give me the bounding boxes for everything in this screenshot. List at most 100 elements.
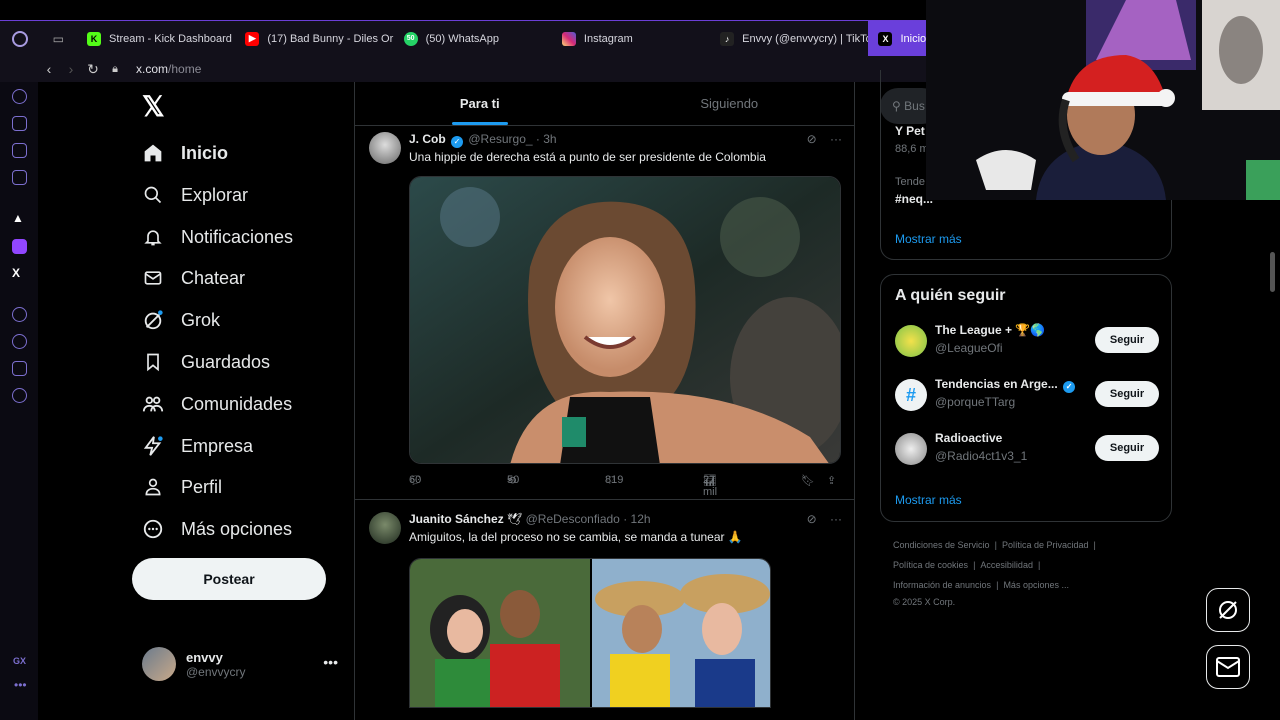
sidebar-more-icon[interactable]: ••• bbox=[14, 678, 27, 692]
footer-link[interactable]: Política de Privacidad bbox=[1002, 540, 1089, 550]
grok-icon bbox=[142, 309, 164, 331]
kick-favicon-icon: K bbox=[87, 31, 102, 46]
nav-item-chatear[interactable]: Chatear bbox=[142, 263, 245, 293]
post-button[interactable]: Postear bbox=[132, 558, 326, 600]
page-scrollbar[interactable] bbox=[1270, 252, 1275, 292]
history-icon[interactable] bbox=[12, 334, 27, 349]
tweet-image[interactable] bbox=[409, 558, 771, 708]
tab-para-ti[interactable]: Para ti bbox=[355, 82, 605, 125]
bell-icon bbox=[142, 226, 164, 248]
tweet[interactable]: J. Cob ✓ @Resurgo_ · 3h ⊘ ··· Una hippie… bbox=[355, 126, 854, 500]
nav-item-comunidades[interactable]: Comunidades bbox=[142, 389, 292, 419]
suggestion-name[interactable]: Radioactive bbox=[935, 431, 1002, 445]
tweet-author-handle[interactable]: @ReDesconfiado bbox=[526, 512, 620, 526]
browser-tab-x[interactable]: X Inicio bbox=[868, 20, 926, 57]
browser-tab-instagram[interactable]: Instagram bbox=[552, 21, 710, 57]
tweet-author-handle[interactable]: @Resurgo_ bbox=[468, 132, 532, 146]
suggestion-name-wrap[interactable]: Tendencias en Arge... ✓ bbox=[935, 377, 1077, 393]
avatar[interactable] bbox=[895, 433, 927, 465]
home-icon bbox=[142, 142, 164, 164]
tab-label: Envvy (@envvycry) | TikTo bbox=[742, 32, 869, 45]
bookmark-icon bbox=[142, 351, 164, 373]
suggestion-name[interactable]: The League + 🏆🌎 bbox=[935, 323, 1045, 337]
browser-tab-whatsapp[interactable]: 50 (50) WhatsApp bbox=[394, 21, 552, 57]
tweet-timestamp[interactable]: · 3h bbox=[536, 132, 557, 146]
tweet[interactable]: Juanito Sánchez 🕊︎ @ReDesconfiado · 12h … bbox=[355, 506, 854, 720]
reload-icon[interactable]: ↻ bbox=[82, 61, 104, 78]
footer-link[interactable]: Información de anuncios bbox=[893, 580, 991, 590]
footer-link[interactable]: Más opciones ... bbox=[1003, 580, 1069, 590]
browser-tab-bar: ▭ K Stream - Kick Dashboard ▶ (17) Bad Bun… bbox=[0, 20, 926, 57]
x-sidebar-icon[interactable]: X bbox=[12, 266, 27, 281]
grok-fab-button[interactable] bbox=[1206, 588, 1250, 632]
verified-badge-icon: ✓ bbox=[1063, 381, 1076, 393]
footer-links: Condiciones de Servicio | Política de Pr… bbox=[893, 540, 1096, 550]
show-more-link[interactable]: Mostrar más bbox=[895, 232, 962, 246]
nav-item-empresa[interactable]: Empresa bbox=[142, 431, 253, 461]
opera-logo-icon[interactable] bbox=[0, 21, 40, 57]
follow-button[interactable]: Seguir bbox=[1095, 435, 1159, 461]
trend-name[interactable]: Y Pet bbox=[895, 124, 925, 138]
grok-icon[interactable]: ⊘ bbox=[807, 512, 817, 526]
tweet-avatar[interactable] bbox=[369, 132, 401, 164]
forward-icon[interactable]: › bbox=[60, 61, 82, 77]
bookmark-icon[interactable]: 🔖︎ bbox=[801, 474, 815, 487]
follow-suggestion[interactable]: Radioactive @Radio4ct1v3_1 Seguir bbox=[895, 429, 1159, 469]
tab-siguiendo[interactable]: Siguiendo bbox=[605, 82, 855, 125]
share-icon[interactable]: ⇪ bbox=[827, 474, 836, 487]
shop-icon[interactable] bbox=[12, 116, 27, 131]
tweet-author-name[interactable]: Juanito Sánchez bbox=[409, 512, 504, 526]
footer-separator: | bbox=[1037, 560, 1041, 570]
account-switcher[interactable]: envvy @envvycry ••• bbox=[142, 644, 338, 684]
url-field[interactable]: x.com/home bbox=[136, 62, 201, 76]
nav-item-perfil[interactable]: Perfil bbox=[142, 472, 222, 502]
messages-fab-button[interactable] bbox=[1206, 645, 1250, 689]
x-logo-icon[interactable]: 𝕏 bbox=[142, 90, 165, 123]
footer-links: Información de anuncios | Más opciones .… bbox=[893, 580, 1069, 590]
player-icon[interactable] bbox=[12, 307, 27, 322]
browser-tab-youtube[interactable]: ▶ (17) Bad Bunny - Diles Or bbox=[235, 21, 393, 57]
nav-item-explorar[interactable]: Explorar bbox=[142, 180, 248, 210]
show-more-link[interactable]: Mostrar más bbox=[895, 493, 962, 507]
mail-icon bbox=[142, 267, 164, 289]
footer-link[interactable]: Política de cookies bbox=[893, 560, 968, 570]
back-icon[interactable]: ‹ bbox=[38, 61, 60, 77]
grok-icon[interactable]: ⊘ bbox=[807, 132, 817, 146]
browser-tab-kick[interactable]: K Stream - Kick Dashboard bbox=[77, 21, 235, 57]
twitch-icon[interactable] bbox=[12, 239, 27, 254]
nav-item-mas-opciones[interactable]: Más opciones bbox=[142, 514, 292, 544]
follow-button[interactable]: Seguir bbox=[1095, 327, 1159, 353]
nav-item-inicio[interactable]: Inicio bbox=[142, 138, 228, 168]
follow-suggestion[interactable]: The League + 🏆🌎 @LeagueOfi Seguir bbox=[895, 321, 1159, 361]
follow-button[interactable]: Seguir bbox=[1095, 381, 1159, 407]
nav-item-grok[interactable]: Grok bbox=[142, 305, 220, 335]
more-dots-icon[interactable]: ··· bbox=[830, 512, 842, 526]
extensions-icon[interactable] bbox=[12, 361, 27, 376]
footer-link[interactable]: Condiciones de Servicio bbox=[893, 540, 990, 550]
footer-link[interactable]: Accesibilidad bbox=[980, 560, 1033, 570]
nav-label: Guardados bbox=[181, 351, 271, 372]
nav-item-guardados[interactable]: Guardados bbox=[142, 347, 270, 377]
browser-tab-tiktok[interactable]: ♪ Envvy (@envvycry) | TikTo bbox=[710, 21, 868, 57]
hashtag-avatar-icon[interactable]: # bbox=[895, 379, 927, 411]
main-feed: Para ti Siguiendo J. Cob ✓ @Resurgo_ · 3… bbox=[354, 82, 855, 720]
nav-label: Inicio bbox=[181, 142, 229, 163]
tweet-image[interactable] bbox=[409, 176, 841, 464]
avatar[interactable] bbox=[895, 325, 927, 357]
bird-badge-icon: 🕊︎ bbox=[507, 512, 523, 526]
more-dots-icon[interactable]: ··· bbox=[830, 132, 842, 146]
nav-item-notificaciones[interactable]: Notificaciones bbox=[142, 222, 293, 252]
tab-label: (17) Bad Bunny - Diles Or bbox=[267, 32, 394, 45]
account-name: envvy bbox=[186, 649, 223, 665]
kick-sidebar-icon[interactable]: ▲ bbox=[12, 211, 27, 226]
music-icon[interactable] bbox=[12, 170, 27, 185]
more-dots-icon[interactable]: ••• bbox=[323, 654, 338, 670]
aria-icon[interactable] bbox=[12, 89, 27, 104]
tweet-timestamp[interactable]: · 12h bbox=[623, 512, 650, 526]
settings-icon[interactable] bbox=[12, 388, 27, 403]
follow-suggestion[interactable]: # Tendencias en Arge... ✓ @porqueTTarg S… bbox=[895, 375, 1159, 415]
tweet-author-name[interactable]: J. Cob bbox=[409, 132, 446, 146]
twitch-ext-icon[interactable] bbox=[12, 143, 27, 158]
workspaces-icon[interactable]: ▭ bbox=[40, 32, 78, 46]
tweet-avatar[interactable] bbox=[369, 512, 401, 544]
